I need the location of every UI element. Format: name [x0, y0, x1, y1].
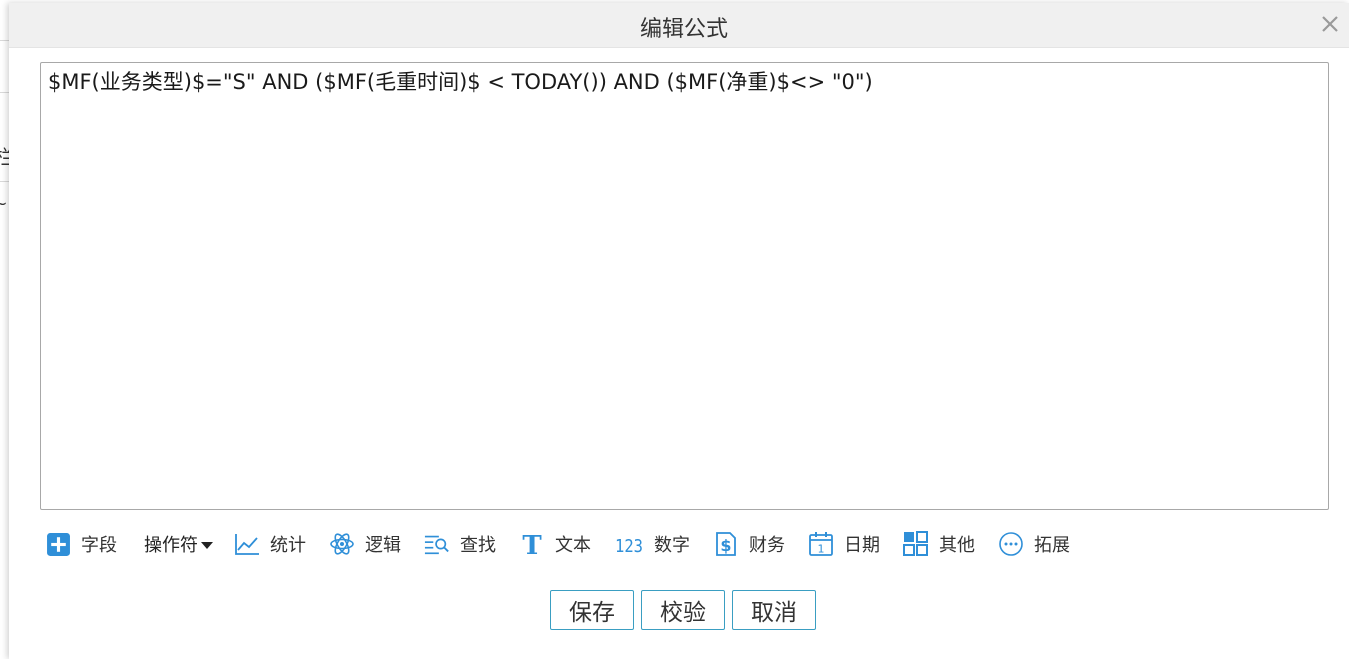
toolbar-item-label: 统计: [270, 535, 306, 556]
toolbar-item-finance[interactable]: $ 财务: [713, 529, 785, 559]
grid-icon: [903, 531, 929, 557]
save-button[interactable]: 保存: [550, 590, 634, 630]
background-text-fragment: ~: [0, 194, 8, 213]
toolbar-item-label: 拓展: [1034, 535, 1070, 556]
toolbar-item-label: 其他: [939, 535, 975, 556]
cancel-button[interactable]: 取消: [732, 590, 816, 630]
toolbar-item-statistics[interactable]: 统计: [234, 529, 306, 559]
text-t-icon: T: [519, 531, 545, 557]
toolbar-item-label: 财务: [749, 535, 785, 556]
calendar-icon: 1: [808, 531, 834, 557]
toolbar-item-number[interactable]: 123 数字: [614, 529, 690, 559]
validate-button[interactable]: 校验: [641, 590, 725, 630]
dialog-button-group: 保存 校验 取消: [550, 590, 823, 630]
toolbar-item-label: 查找: [460, 535, 496, 556]
svg-text:$: $: [720, 536, 731, 555]
toolbar-item-extend[interactable]: 拓展: [998, 529, 1070, 559]
dialog-titlebar: 编辑公式: [9, 3, 1349, 48]
toolbar-item-logic[interactable]: 逻辑: [329, 529, 401, 559]
toolbar-item-operator[interactable]: 操作符: [144, 529, 213, 559]
toolbar-item-label: 操作符: [144, 535, 198, 556]
dollar-icon: $: [713, 531, 739, 557]
dialog-title: 编辑公式: [639, 17, 728, 42]
toolbar-item-label: 逻辑: [365, 535, 401, 556]
svg-text:123: 123: [615, 536, 643, 557]
svg-text:1: 1: [818, 543, 825, 556]
function-toolbar: 字段 操作符 统计 逻辑 查找 T 文本 123 数字 $ 财务 1 日期 其他…: [45, 529, 1093, 559]
toolbar-item-other[interactable]: 其他: [903, 529, 975, 559]
toolbar-item-date[interactable]: 1 日期: [808, 529, 880, 559]
formula-textarea[interactable]: $MF(业务类型)$="S" AND ($MF(毛重时间)$ < TODAY()…: [40, 62, 1329, 510]
toolbar-item-field[interactable]: 字段: [45, 529, 117, 559]
more-circle-icon: [998, 531, 1024, 557]
plus-square-icon: [45, 531, 71, 557]
search-list-icon: [424, 531, 450, 557]
toolbar-item-label: 字段: [81, 535, 117, 556]
toolbar-item-text[interactable]: T 文本: [519, 529, 591, 559]
formula-editor-dialog: 编辑公式 $MF(业务类型)$="S" AND ($MF(毛重时间)$ < TO…: [9, 3, 1349, 659]
number-123-icon: 123: [614, 531, 644, 557]
toolbar-item-label: 数字: [654, 535, 690, 556]
toolbar-item-label: 日期: [844, 535, 880, 556]
atom-icon: [329, 531, 355, 557]
dropdown-caret-icon: [201, 541, 213, 549]
close-icon[interactable]: [1319, 13, 1341, 35]
toolbar-item-label: 文本: [555, 535, 591, 556]
line-chart-icon: [234, 531, 260, 557]
toolbar-item-lookup[interactable]: 查找: [424, 529, 496, 559]
svg-text:T: T: [522, 531, 542, 557]
